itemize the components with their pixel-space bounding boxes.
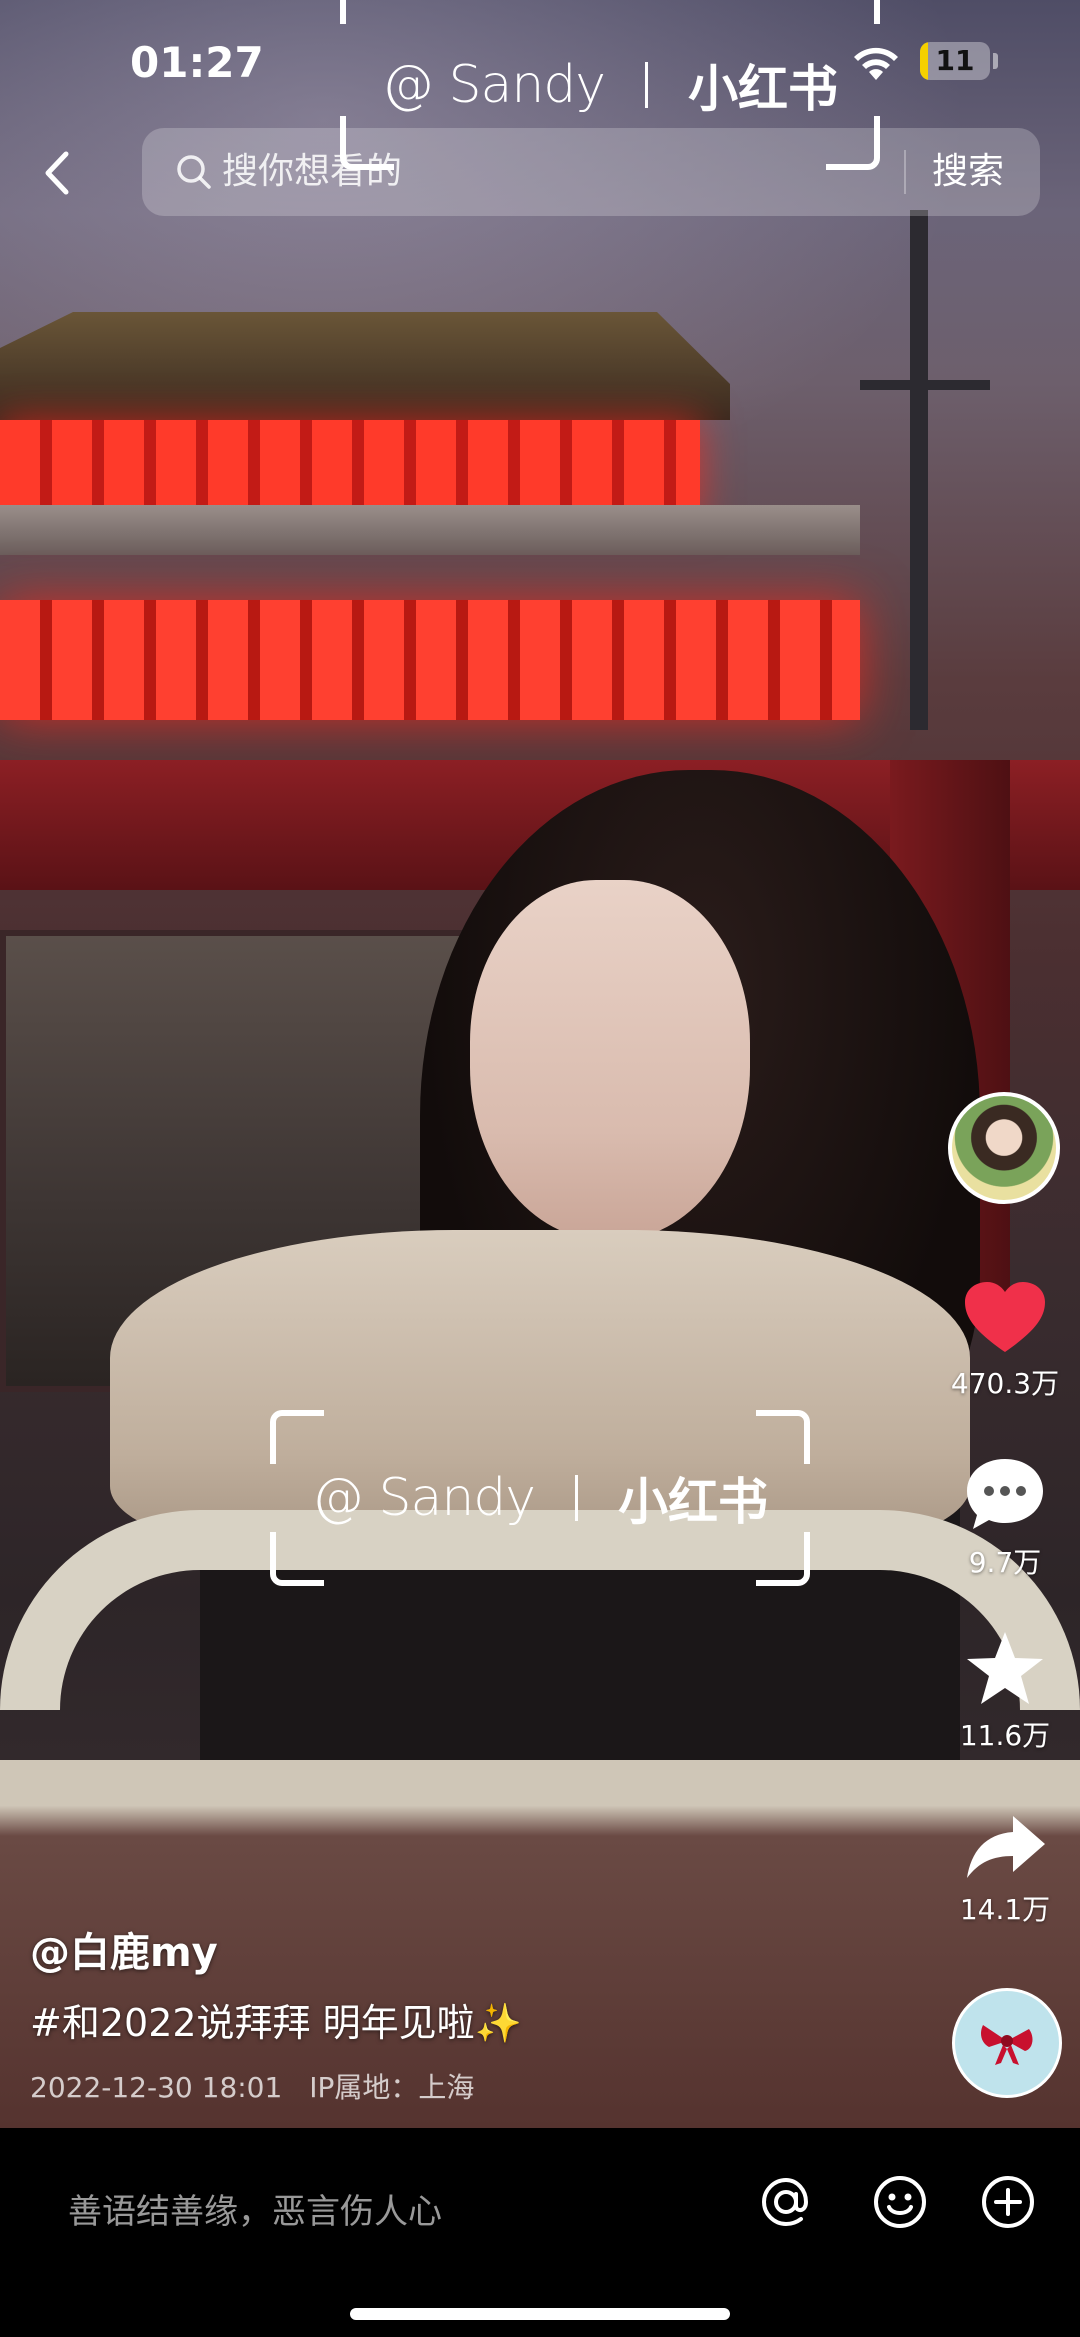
home-indicator[interactable] [350,2308,730,2320]
watermark-user: @ Sandy [311,1468,536,1528]
music-disc[interactable] [952,1988,1062,2098]
utility-pole-crossbar [860,380,990,390]
share-icon [967,1816,1045,1878]
share-button[interactable]: 14.1万 [940,1812,1070,1928]
watermark-middle: @ Sandy 小红书 [270,1410,810,1586]
watermark-divider [645,62,649,108]
watermark-brand: 小红书 [688,60,839,118]
watermark-divider [575,1475,579,1521]
share-count: 14.1万 [959,1893,1051,1926]
post-caption: #和2022说拜拜 明年见啦✨ [30,2001,522,2045]
plus-icon[interactable] [978,2172,1038,2232]
temple-lanterns-lower [0,600,860,720]
watermark-corner [270,1410,324,1464]
search-icon [177,155,211,189]
comment-input[interactable]: 善语结善缘，恶言伤人心 [68,2184,442,2233]
temple-roof [0,312,730,420]
battery-tip [993,53,998,69]
bow-icon [981,2025,1033,2065]
author-avatar[interactable] [948,1092,1060,1204]
watermark-corner [756,1532,810,1586]
search-bar[interactable]: 搜你想看的 搜索 [142,128,1040,216]
collect-count: 11.6万 [959,1719,1051,1752]
watermark-brand: 小红书 [618,1473,769,1531]
author-name[interactable]: @白鹿my [30,1920,218,1978]
battery-indicator: 11 [920,42,990,80]
collect-button[interactable]: 11.6万 [940,1628,1070,1754]
like-count: 470.3万 [950,1367,1060,1400]
comment-bar: 善语结善缘，恶言伤人心 [0,2128,1080,2337]
comment-count: 9.7万 [968,1546,1042,1579]
star-icon [967,1632,1043,1704]
watermark-corner [756,1410,810,1464]
status-time: 01:27 [130,38,264,87]
emoji-icon[interactable] [870,2172,930,2232]
like-button[interactable]: 470.3万 [940,1280,1070,1402]
post-location: IP属地：上海 [309,2071,475,2104]
wifi-icon [854,47,898,80]
search-button[interactable]: 搜索 [932,128,1004,216]
post-meta: 2022-12-30 18:01 IP属地：上海 [30,2066,474,2106]
video-frame[interactable] [0,0,1080,2140]
watermark-corner [826,0,880,24]
back-icon[interactable] [28,140,88,206]
video-player-screen: @ Sandy 小红书 @ Sandy 小红书 01:27 11 搜你想看的 搜… [0,0,1080,2337]
search-divider [904,150,906,194]
comment-icon [967,1459,1043,1529]
battery-level: 11 [935,44,975,77]
temple-beam [0,505,860,555]
at-icon[interactable] [756,2172,816,2232]
person-face [470,880,750,1240]
search-input[interactable]: 搜你想看的 [222,128,402,216]
comment-button[interactable]: 9.7万 [940,1455,1070,1581]
heart-icon [965,1282,1045,1352]
post-timestamp: 2022-12-30 18:01 [30,2071,283,2104]
watermark-user: @ Sandy [381,55,606,115]
watermark-corner [340,0,394,24]
watermark-corner [270,1532,324,1586]
utility-pole [910,210,928,730]
